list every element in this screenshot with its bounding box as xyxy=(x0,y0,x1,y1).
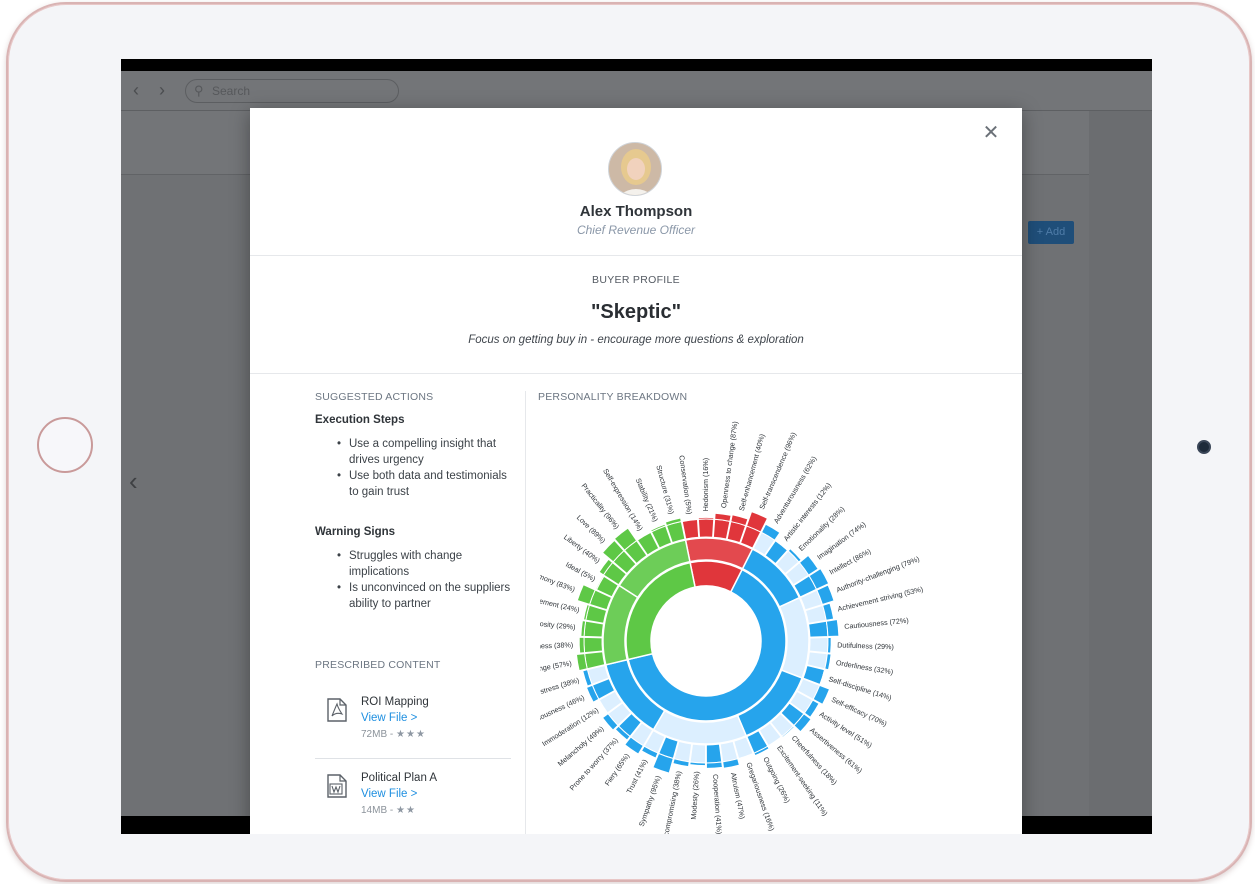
sunburst-label: Dutifulness (29%) xyxy=(837,640,894,651)
word-file-icon xyxy=(327,774,347,798)
file-title: ROI Mapping xyxy=(361,696,429,708)
sunburst-label: Conservation (5%) xyxy=(677,455,694,515)
sunburst-label: Openness to change (87%) xyxy=(719,421,740,509)
file-size: 72MB - xyxy=(361,729,394,740)
sunburst-label: Orderliness (32%) xyxy=(835,658,894,677)
sunburst-label: Fiery (65%) xyxy=(603,752,631,788)
sunburst-leaf-bar xyxy=(705,761,723,769)
execution-steps-heading: Execution Steps xyxy=(315,414,405,426)
sunburst-leaf-bar xyxy=(825,618,840,638)
pdf-file-icon xyxy=(327,698,347,722)
sunburst-outer-segment xyxy=(583,636,604,654)
sunburst-label: Trust (41%) xyxy=(624,758,649,795)
sunburst-label: Love (89%) xyxy=(575,513,608,545)
file-meta: 14MB - ★★ xyxy=(361,805,416,816)
suggested-actions: SUGGESTED ACTIONS Execution Steps Use a … xyxy=(315,391,515,671)
search-icon: ⚲ xyxy=(194,83,204,98)
list-item: Use both data and testimonials to gain t… xyxy=(315,468,515,500)
suggested-actions-heading: SUGGESTED ACTIONS xyxy=(315,391,434,403)
list-item: Use a compelling insight that drives urg… xyxy=(315,436,515,468)
divider xyxy=(315,758,511,759)
sunburst-outer-segment xyxy=(697,518,715,538)
list-item: Is unconvinced on the suppliers ability … xyxy=(315,580,515,612)
background-app: ‹ › ⚲ Search + Add ‹ ✕ Alex Thompson Chi… xyxy=(121,71,1152,834)
file-size: 14MB - xyxy=(361,805,394,816)
sunburst-label: Closeness (38%) xyxy=(540,640,573,651)
sunburst-label: Cooperation (41%) xyxy=(711,774,724,834)
search-placeholder: Search xyxy=(212,84,251,98)
sunburst-label: Altruism (47%) xyxy=(729,772,747,820)
buyer-profile-subtitle: Focus on getting buy in - encourage more… xyxy=(468,334,804,346)
execution-steps-list: Use a compelling insight that drives urg… xyxy=(315,436,515,500)
avatar xyxy=(608,142,662,196)
add-button[interactable]: + Add xyxy=(1028,221,1074,244)
rating-stars: ★★ xyxy=(396,805,416,816)
list-item: Struggles with change implications xyxy=(315,548,515,580)
divider xyxy=(250,255,1022,256)
sunburst-label: Sympathy (95%) xyxy=(637,774,663,827)
sunburst-leaf-bar xyxy=(578,636,586,654)
sunburst-label: Ideal (5%) xyxy=(564,560,597,584)
profile-name: Alex Thompson xyxy=(579,203,693,220)
app-topbar: ‹ › ⚲ Search xyxy=(121,71,1152,111)
sunburst-label: Uncompromising (38%) xyxy=(659,770,683,834)
profile-role: Chief Revenue Officer xyxy=(576,223,696,237)
tablet-screen: ‹ › ⚲ Search + Add ‹ ✕ Alex Thompson Chi… xyxy=(121,59,1152,834)
buyer-profile-modal: ✕ Alex Thompson Chief Revenue Officer BU… xyxy=(250,108,1022,834)
rating-stars: ★★★ xyxy=(396,729,426,740)
sunburst-label: Structure (31%) xyxy=(654,464,676,515)
sunburst-leaf-bar xyxy=(689,761,706,767)
sunburst-label: Hedonism (16%) xyxy=(701,458,710,512)
content-item: Political Plan A View File > 14MB - ★★ xyxy=(315,772,511,816)
file-meta: 72MB - ★★★ xyxy=(361,729,426,740)
close-icon[interactable]: ✕ xyxy=(982,123,1000,143)
sunburst-leaf-bar xyxy=(697,516,715,520)
sunburst-outer-segment xyxy=(808,636,829,654)
sunburst-outer-segment xyxy=(583,620,604,638)
prescribed-content-heading: PRESCRIBED CONTENT xyxy=(315,659,441,671)
forward-arrow-icon[interactable]: › xyxy=(159,80,165,101)
sunburst-label: Excitement (24%) xyxy=(540,593,580,615)
sunburst-label: Excitement-seeking (11%) xyxy=(775,744,830,818)
search-input[interactable]: ⚲ Search xyxy=(185,79,399,103)
sunburst-leaf-bar xyxy=(826,636,832,654)
file-title: Political Plan A xyxy=(361,772,438,784)
warning-signs-heading: Warning Signs xyxy=(315,526,396,538)
back-arrow-icon[interactable]: ‹ xyxy=(133,80,139,101)
buyer-profile-label: BUYER PROFILE xyxy=(592,274,680,286)
buyer-profile-title: "Skeptic" xyxy=(590,301,682,323)
column-divider xyxy=(525,391,526,834)
sunburst-label: Modesty (26%) xyxy=(689,771,701,820)
personality-sunburst-chart: Conservation (5%) Hedonism (16%) Openness … xyxy=(540,421,924,834)
sunburst-label: Harmony (83%) xyxy=(540,567,576,594)
sunburst-label: Challenge (57%) xyxy=(540,659,572,677)
personality-breakdown-heading: PERSONALITY BREAKDOWN xyxy=(538,391,688,403)
sunburst-label: Curiosity (29%) xyxy=(540,618,576,632)
divider xyxy=(250,373,1022,374)
camera-icon xyxy=(1197,440,1211,454)
view-file-link[interactable]: View File > xyxy=(361,788,417,800)
sunburst-outer-segment xyxy=(705,743,723,764)
sunburst-outer-segment xyxy=(808,620,829,638)
view-file-link[interactable]: View File > xyxy=(361,712,417,724)
sunburst-outer-segment xyxy=(689,743,707,764)
tablet-frame: ‹ › ⚲ Search + Add ‹ ✕ Alex Thompson Chi… xyxy=(6,2,1252,882)
home-button[interactable] xyxy=(37,417,93,473)
sunburst-center xyxy=(652,587,760,695)
chevron-left-icon[interactable]: ‹ xyxy=(129,466,138,497)
content-item: ROI Mapping View File > 72MB - ★★★ xyxy=(315,696,511,740)
sunburst-label: Cautiousness (72%) xyxy=(844,616,909,631)
warning-signs-list: Struggles with change implications Is un… xyxy=(315,548,515,612)
